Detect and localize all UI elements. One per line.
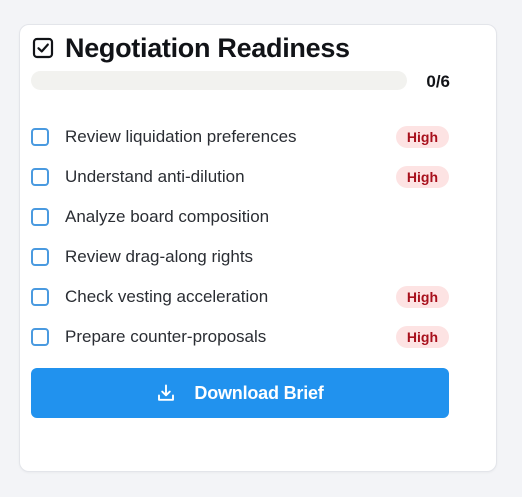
- checklist-item-label: Analyze board composition: [65, 207, 270, 226]
- checkbox[interactable]: [31, 128, 49, 146]
- checkbox[interactable]: [31, 168, 49, 186]
- checklist-item[interactable]: Analyze board composition: [31, 197, 449, 237]
- checklist-item-label: Understand anti-dilution: [65, 167, 245, 186]
- checkbox[interactable]: [31, 248, 49, 266]
- progress-count: 0/6: [426, 72, 450, 91]
- checklist-item-label: Review drag-along rights: [65, 247, 254, 266]
- checklist: Review liquidation preferences High Unde…: [31, 117, 449, 357]
- priority-badge: High: [395, 286, 449, 308]
- checklist-item-label: Review liquidation preferences: [65, 127, 297, 146]
- checkbox[interactable]: [31, 328, 49, 346]
- priority-badge: High: [395, 326, 449, 348]
- checklist-item[interactable]: Prepare counter-proposals High: [31, 317, 449, 357]
- page-title: Negotiation Readiness: [65, 32, 350, 63]
- progress-bar: [31, 71, 407, 90]
- priority-badge: High: [395, 166, 449, 188]
- checklist-item[interactable]: Understand anti-dilution High: [31, 157, 449, 197]
- download-icon: [156, 383, 176, 403]
- checklist-item-label: Check vesting acceleration: [65, 287, 269, 306]
- checkbox[interactable]: [31, 208, 49, 226]
- priority-badge: High: [395, 126, 449, 148]
- checkbox[interactable]: [31, 288, 49, 306]
- checklist-item-label: Prepare counter-proposals: [65, 327, 267, 346]
- checklist-item[interactable]: Review liquidation preferences High: [31, 117, 449, 157]
- download-brief-label: Download Brief: [194, 382, 324, 403]
- checkbox-checked-icon: [31, 36, 55, 60]
- checklist-item[interactable]: Check vesting acceleration High: [31, 277, 449, 317]
- download-brief-button[interactable]: Download Brief: [31, 368, 449, 418]
- card-header: Negotiation Readiness: [31, 30, 350, 66]
- checklist-item[interactable]: Review drag-along rights: [31, 237, 449, 277]
